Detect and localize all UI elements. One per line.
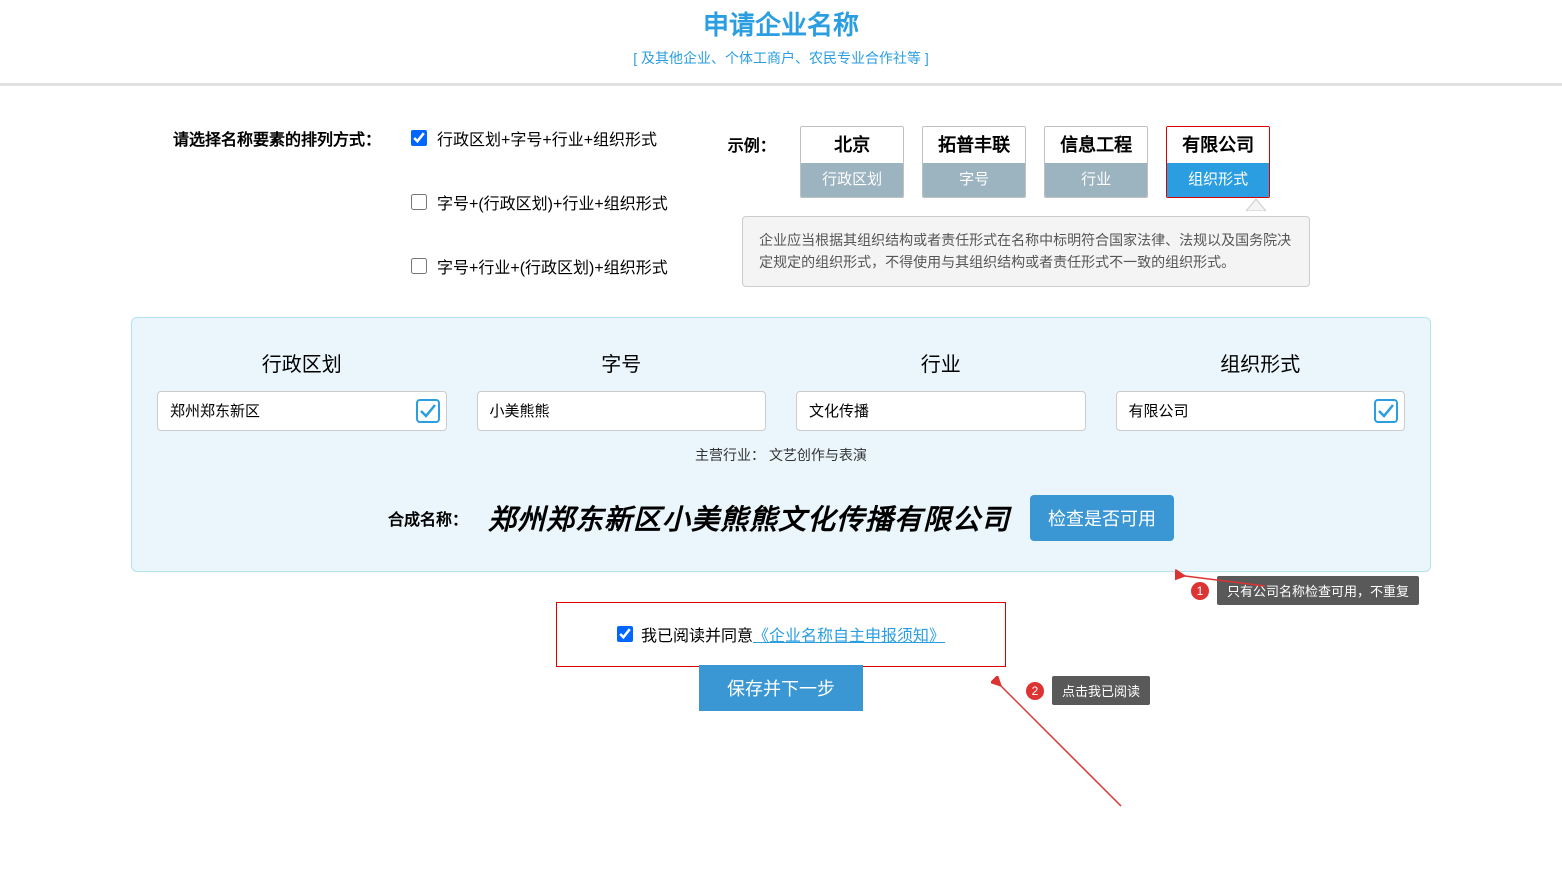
layout-selection-row: 请选择名称要素的排列方式： 行政区划+字号+行业+组织形式 字号+(行政区划)+… — [131, 126, 1431, 287]
form-row: 行政区划 字号 行业 组 — [157, 348, 1405, 431]
example-box-orgform[interactable]: 有限公司 组织形式 — [1166, 126, 1270, 198]
layout-option-3[interactable]: 字号+行业+(行政区划)+组织形式 — [411, 254, 668, 278]
layout-checkbox-2[interactable] — [411, 194, 427, 210]
annotation-1-text: 只有公司名称检查可用，不重复 — [1217, 576, 1419, 605]
layout-checkbox-1[interactable] — [411, 130, 427, 146]
form-header-orgform: 组织形式 — [1116, 348, 1406, 377]
example-top-4: 有限公司 — [1167, 127, 1269, 163]
consent-text: 我已阅读并同意 — [641, 622, 753, 646]
annotation-2: 2 点击我已阅读 — [1026, 676, 1150, 705]
layout-option-1-label: 行政区划+字号+行业+组织形式 — [437, 126, 657, 150]
industry-input-wrap[interactable] — [796, 391, 1086, 431]
layout-label: 请选择名称要素的排列方式： — [131, 126, 411, 150]
region-input[interactable] — [170, 402, 406, 419]
example-bottom-1: 行政区划 — [801, 163, 903, 197]
layout-option-3-label: 字号+行业+(行政区划)+组织形式 — [437, 254, 668, 278]
orgform-input-wrap[interactable] — [1116, 391, 1406, 431]
check-availability-button[interactable]: 检查是否可用 — [1030, 495, 1174, 541]
example-top-3: 信息工程 — [1045, 127, 1147, 163]
orgform-input[interactable] — [1129, 402, 1365, 419]
main-industry-label: 主营行业： — [695, 447, 765, 463]
select-icon[interactable] — [1374, 399, 1398, 423]
industry-input[interactable] — [809, 402, 1045, 419]
annotation-2-badge: 2 — [1026, 682, 1044, 700]
main-content: 请选择名称要素的排列方式： 行政区划+字号+行业+组织形式 字号+(行政区划)+… — [131, 86, 1431, 713]
example-bottom-4: 组织形式 — [1167, 163, 1269, 197]
region-input-wrap[interactable] — [157, 391, 447, 431]
form-header-name: 字号 — [477, 348, 767, 377]
form-col-name: 字号 — [477, 348, 767, 431]
form-col-orgform: 组织形式 — [1116, 348, 1406, 431]
page-header: 申请企业名称 [ 及其他企业、个体工商户、农民专业合作社等 ] — [0, 0, 1562, 86]
example-box-industry[interactable]: 信息工程 行业 — [1044, 126, 1148, 198]
form-header-region: 行政区划 — [157, 348, 447, 377]
example-top-1: 北京 — [801, 127, 903, 163]
name-input-wrap[interactable] — [477, 391, 767, 431]
example-tooltip: 企业应当根据其组织结构或者责任形式在名称中标明符合国家法律、法规以及国务院决定规… — [742, 216, 1310, 287]
main-industry: 主营行业： 文艺创作与表演 — [157, 445, 1405, 465]
example-section: 示例： 北京 行政区划 拓普丰联 字号 信息工程 行业 — [728, 126, 1310, 287]
consent-link[interactable]: 《企业名称自主申报须知》 — [753, 622, 945, 646]
annotation-1: 1 只有公司名称检查可用，不重复 — [1191, 576, 1419, 605]
tooltip-arrow-icon — [1204, 197, 1308, 216]
save-next-button[interactable]: 保存并下一步 — [699, 665, 863, 711]
form-col-industry: 行业 — [796, 348, 1086, 431]
consent-box: 我已阅读并同意 《企业名称自主申报须知》 — [556, 602, 1006, 667]
annotation-2-text: 点击我已阅读 — [1052, 676, 1150, 705]
example-bottom-2: 字号 — [923, 163, 1025, 197]
form-header-industry: 行业 — [796, 348, 1086, 377]
example-top-2: 拓普丰联 — [923, 127, 1025, 163]
consent-checkbox[interactable] — [617, 626, 633, 642]
form-col-region: 行政区划 — [157, 348, 447, 431]
synth-row: 合成名称： 郑州郑东新区小美熊熊文化传播有限公司 检查是否可用 — [157, 495, 1405, 541]
layout-option-2-label: 字号+(行政区划)+行业+组织形式 — [437, 190, 668, 214]
header-subtitle: [ 及其他企业、个体工商户、农民专业合作社等 ] — [0, 48, 1562, 68]
form-panel: 行政区划 字号 行业 组 — [131, 317, 1431, 572]
main-industry-value: 文艺创作与表演 — [769, 447, 867, 463]
layout-options: 行政区划+字号+行业+组织形式 字号+(行政区划)+行业+组织形式 字号+行业+… — [411, 126, 668, 278]
layout-option-1[interactable]: 行政区划+字号+行业+组织形式 — [411, 126, 668, 150]
synth-label: 合成名称： — [388, 506, 468, 530]
layout-option-2[interactable]: 字号+(行政区划)+行业+组织形式 — [411, 190, 668, 214]
layout-checkbox-3[interactable] — [411, 258, 427, 274]
example-box-name[interactable]: 拓普丰联 字号 — [922, 126, 1026, 198]
synth-name: 郑州郑东新区小美熊熊文化传播有限公司 — [488, 498, 1010, 538]
header-title: 申请企业名称 — [0, 5, 1562, 42]
example-box-region[interactable]: 北京 行政区划 — [800, 126, 904, 198]
annotation-1-badge: 1 — [1191, 582, 1209, 600]
example-boxes: 北京 行政区划 拓普丰联 字号 信息工程 行业 有限公司 组织形式 — [800, 126, 1270, 198]
example-label: 示例： — [728, 132, 776, 156]
example-bottom-3: 行业 — [1045, 163, 1147, 197]
select-icon[interactable] — [416, 399, 440, 423]
name-input[interactable] — [490, 402, 726, 419]
